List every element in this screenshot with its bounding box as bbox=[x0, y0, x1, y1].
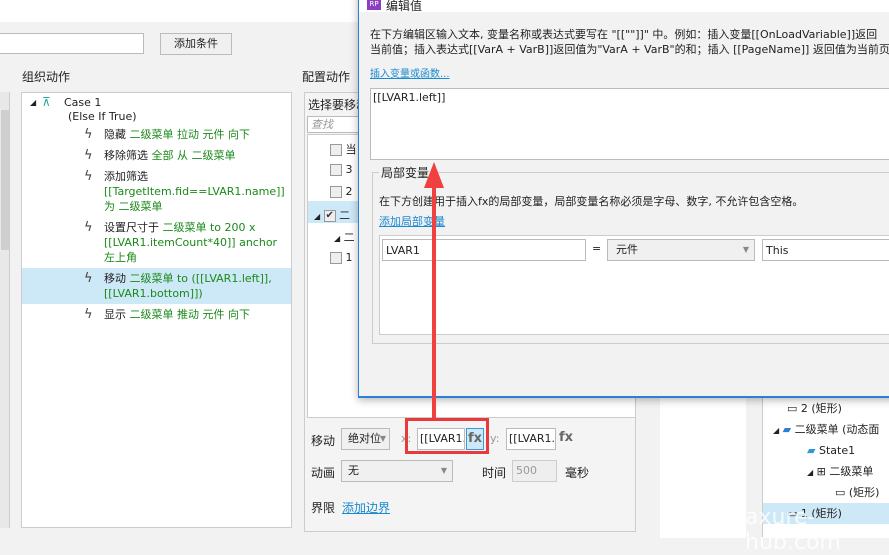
add-condition-button[interactable]: 添加条件 bbox=[160, 33, 232, 55]
highlight-box bbox=[405, 418, 489, 454]
bolt-icon: ϟ bbox=[84, 220, 93, 235]
animation-select[interactable]: 无 ▼ bbox=[341, 460, 453, 482]
outline-item[interactable]: ▰ State1 bbox=[763, 440, 889, 461]
scroll-thumb[interactable] bbox=[1, 110, 9, 250]
condition-input[interactable] bbox=[0, 33, 144, 54]
canvas-area bbox=[660, 398, 746, 538]
y-input[interactable]: [[LVAR1. bbox=[506, 428, 556, 450]
dialog-title: 编辑值 bbox=[386, 0, 423, 13]
outline-item[interactable]: ◢ ⊞ 二级菜单 bbox=[763, 461, 889, 482]
variable-name-input[interactable]: LVAR1 bbox=[382, 239, 586, 261]
dialog-description: 在下方编辑区输入文本, 变量名称或表达式要写在 "[[""]]" 中。例如：插入… bbox=[370, 28, 889, 56]
outline-item[interactable]: ◢ ▰ 二级菜单 (动态面 bbox=[763, 419, 889, 440]
case-condition: (Else If True) bbox=[68, 110, 137, 123]
action-item[interactable]: ϟ 添加筛选 [[TargetItem.fid==LVAR1.name]] 为 二级… bbox=[22, 166, 291, 217]
outline-item[interactable]: ▭ (矩形) bbox=[763, 482, 889, 503]
bolt-icon: ϟ bbox=[84, 148, 93, 163]
equals-sign: = bbox=[592, 242, 602, 255]
bolt-icon: ϟ bbox=[84, 127, 93, 142]
variable-type-select[interactable]: 元件 ▼ bbox=[607, 239, 755, 261]
action-item[interactable]: ϟ 设置尺寸于 二级菜单 to 200 x [[LVAR1.itemCount*40… bbox=[22, 217, 291, 268]
value-editor[interactable]: [[LVAR1.left]] bbox=[370, 88, 889, 160]
action-tree: ◢ ⊼ Case 1 (Else If True) ϟ 隐藏 二级菜单 拉动 元件… bbox=[21, 92, 292, 528]
bolt-icon: ϟ bbox=[84, 307, 93, 322]
boundary-label: 界限 bbox=[311, 501, 336, 515]
ms-label: 毫秒 bbox=[565, 466, 590, 480]
checkbox-checked[interactable]: ✔ bbox=[323, 210, 336, 222]
outline-item[interactable]: ▭ 2 (矩形) bbox=[763, 398, 889, 419]
bolt-icon: ϟ bbox=[84, 271, 93, 286]
insert-variable-link[interactable]: 插入变量或函数... bbox=[370, 65, 450, 80]
case-icon: ⊼ bbox=[42, 95, 51, 109]
variable-target-input[interactable]: This bbox=[762, 239, 889, 261]
app-logo-icon: RP bbox=[367, 0, 381, 10]
annotation-arrow bbox=[424, 162, 444, 418]
animation-label: 动画 bbox=[311, 466, 336, 480]
move-mode-select[interactable]: 绝对位 ▼ bbox=[341, 428, 390, 450]
watermark: axure-hub.com bbox=[745, 505, 841, 555]
y-fx-button[interactable]: fx bbox=[559, 430, 573, 445]
action-item[interactable]: ϟ 显示 二级菜单 推动 元件 向下 bbox=[22, 304, 291, 325]
bolt-icon: ϟ bbox=[84, 169, 93, 184]
configure-action-title: 配置动作 bbox=[302, 70, 351, 84]
dialog-titlebar: RP 编辑值 bbox=[359, 0, 889, 13]
case-title[interactable]: Case 1 bbox=[64, 96, 291, 110]
y-label: y: bbox=[490, 432, 500, 445]
organize-actions-title: 组织动作 bbox=[22, 70, 71, 84]
expand-icon[interactable]: ◢ bbox=[30, 96, 36, 110]
action-item-selected[interactable]: ϟ 移动 二级菜单 to ([[LVAR1.left]], [[LVAR1.bott… bbox=[22, 268, 291, 304]
move-label: 移动 bbox=[311, 434, 336, 448]
add-boundary-link[interactable]: 添加边界 bbox=[342, 499, 390, 516]
action-item[interactable]: ϟ 隐藏 二级菜单 拉动 元件 向下 bbox=[22, 124, 291, 145]
time-label: 时间 bbox=[482, 466, 507, 480]
left-scrollbar[interactable] bbox=[0, 92, 10, 528]
time-input[interactable]: 500 bbox=[512, 460, 557, 482]
action-item[interactable]: ϟ 移除筛选 全部 从 二级菜单 bbox=[22, 145, 291, 166]
